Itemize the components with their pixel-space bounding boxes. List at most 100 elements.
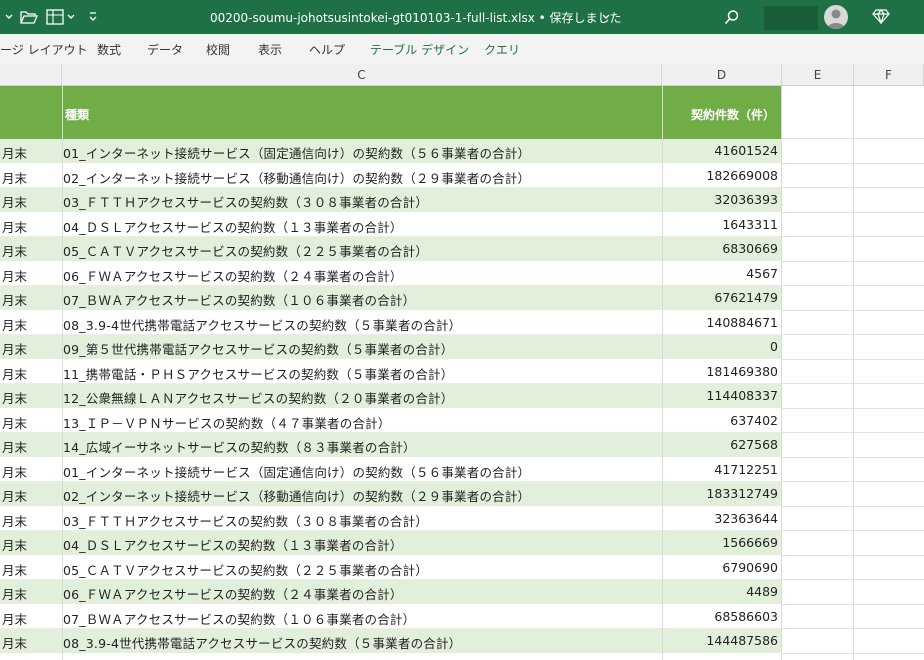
cell-type[interactable]: 13_ＩＰ－ＶＰＮサービスの契約数（４７事業者の合計） [63, 413, 391, 432]
cell-period[interactable]: 月末 [2, 633, 27, 652]
chevron-down-icon[interactable] [601, 8, 611, 26]
row-gridline [781, 456, 924, 458]
cell-period[interactable]: 月末 [2, 388, 27, 407]
cell-type[interactable]: 07_ＢＷＡアクセスサービスの契約数（１０６事業者の合計） [63, 290, 415, 309]
cell-count[interactable]: 32036393 [714, 192, 778, 207]
row-gridline [781, 579, 924, 580]
cell-count[interactable]: 4489 [746, 584, 778, 599]
diamond-icon[interactable] [872, 7, 890, 25]
tab-query[interactable]: クエリ [484, 41, 520, 58]
cell-type[interactable]: 02_インターネット接続サービス（移動通信向け）の契約数（２９事業者の合計） [63, 168, 530, 187]
column-header-d[interactable]: D [662, 64, 782, 86]
cell-period[interactable]: 月末 [2, 192, 27, 211]
column-header-b[interactable] [0, 64, 62, 86]
column-header-e[interactable]: E [782, 64, 854, 86]
cell-count[interactable]: 6790690 [722, 560, 778, 575]
search-icon[interactable] [724, 8, 740, 26]
table-row: 月末 08_3.9-4世代携帯電話アクセスサービスの契約数（５事業者の合計） 144… [0, 629, 781, 654]
tab-review[interactable]: 校閲 [206, 41, 230, 58]
cell-count[interactable]: 4567 [746, 266, 778, 281]
cell-count[interactable]: 144487586 [706, 633, 778, 648]
tab-page-layout[interactable]: ージ レイアウト [0, 41, 88, 58]
table-row: 月末 06_ＦＷＡアクセスサービスの契約数（２４事業者の合計） 4567 [0, 261, 781, 286]
cell-type[interactable]: 07_ＢＷＡアクセスサービスの契約数（１０６事業者の合計） [63, 609, 415, 628]
tab-help[interactable]: ヘルプ [309, 41, 345, 58]
cell-period[interactable]: 月末 [2, 143, 27, 162]
cell-period[interactable]: 月末 [2, 511, 27, 530]
cell-period[interactable]: 月末 [2, 486, 27, 505]
tab-view[interactable]: 表示 [258, 41, 282, 58]
cell-period[interactable]: 月末 [2, 437, 27, 456]
cell-type[interactable]: 09_第５世代携帯電話アクセスサービスの契約数（５事業者の合計） [63, 339, 453, 358]
row-gridline [781, 138, 924, 139]
tab-table-design[interactable]: テーブル デザイン [370, 41, 469, 58]
document-title[interactable]: 00200-soumu-johotsusintokei-gt010103-1-f… [210, 9, 622, 26]
cell-period[interactable]: 月末 [2, 339, 27, 358]
cell-period[interactable]: 月末 [2, 462, 27, 481]
cell-count[interactable]: 68586603 [714, 609, 778, 624]
cell-type[interactable]: 08_3.9-4世代携帯電話アクセスサービスの契約数（５事業者の合計） [63, 315, 461, 334]
cell-type[interactable]: 06_ＦＷＡアクセスサービスの契約数（２４事業者の合計） [63, 584, 403, 603]
cell-count[interactable]: 41712251 [714, 462, 778, 477]
tab-formulas[interactable]: 数式 [97, 41, 121, 58]
account-name-area[interactable] [764, 6, 818, 30]
cell-period[interactable]: 月末 [2, 609, 27, 628]
cell-count[interactable]: 627568 [730, 437, 778, 452]
cell-type[interactable]: 04_ＤＳＬアクセスサービスの契約数（１３事業者の合計） [63, 535, 403, 554]
cell-count[interactable]: 183312749 [706, 486, 778, 501]
tab-data[interactable]: データ [147, 41, 183, 58]
cell-count[interactable]: 6830669 [722, 241, 778, 256]
column-header-f[interactable]: F [854, 64, 924, 86]
cell-type[interactable]: 01_インターネット接続サービス（固定通信向け）の契約数（５６事業者の合計） [63, 143, 530, 162]
cell-count[interactable]: 1566669 [722, 535, 778, 550]
cell-type[interactable]: 04_ＤＳＬアクセスサービスの契約数（１３事業者の合計） [63, 217, 403, 236]
cell-type[interactable]: 06_ＦＷＡアクセスサービスの契約数（２４事業者の合計） [63, 266, 403, 285]
folder-open-icon[interactable] [20, 8, 38, 26]
row-gridline [781, 309, 924, 311]
header-count[interactable]: 契約件数（件） [691, 106, 775, 123]
cell-type[interactable]: 05_ＣＡＴＶアクセスサービスの契約数（２２５事業者の合計） [63, 241, 428, 260]
cell-count[interactable]: 182669008 [706, 168, 778, 183]
ribbon-tabs: ージ レイアウト 数式 データ 校閲 表示 ヘルプ テーブル デザイン クエリ [0, 34, 924, 65]
cell-period[interactable]: 月末 [2, 241, 27, 260]
customize-icon[interactable] [88, 8, 98, 26]
cell-type[interactable]: 02_インターネット接続サービス（移動通信向け）の契約数（２９事業者の合計） [63, 486, 530, 505]
chevron-down-icon[interactable] [4, 8, 14, 26]
cell-type[interactable]: 03_ＦＴＴＨアクセスサービスの契約数（３０８事業者の合計） [63, 192, 428, 211]
cell-period[interactable]: 月末 [2, 290, 27, 309]
cell-period[interactable]: 月末 [2, 266, 27, 285]
cell-period[interactable]: 月末 [2, 364, 27, 383]
cell-type[interactable]: 12_公衆無線ＬＡＮアクセスサービスの契約数（２０事業者の合計） [63, 388, 453, 407]
row-gridline [781, 652, 924, 654]
cell-count[interactable]: 140884671 [706, 315, 778, 330]
cell-period[interactable]: 月末 [2, 560, 27, 579]
cell-period[interactable]: 月末 [2, 217, 27, 236]
cell-period[interactable]: 月末 [2, 413, 27, 432]
cell-type[interactable]: 01_インターネット接続サービス（固定通信向け）の契約数（５６事業者の合計） [63, 462, 530, 481]
cell-count[interactable]: 114408337 [706, 388, 778, 403]
cell-count[interactable]: 1643311 [722, 217, 778, 232]
cell-count[interactable]: 41601524 [714, 143, 778, 158]
cell-type[interactable]: 08_3.9-4世代携帯電話アクセスサービスの契約数（５事業者の合計） [63, 633, 461, 652]
cell-count[interactable]: 0 [770, 339, 778, 354]
cell-count[interactable]: 67621479 [714, 290, 778, 305]
cell-type[interactable]: 05_ＣＡＴＶアクセスサービスの契約数（２２５事業者の合計） [63, 560, 428, 579]
chevron-down-icon[interactable] [66, 8, 76, 26]
cell-type[interactable]: 03_ＦＴＴＨアクセスサービスの契約数（３０８事業者の合計） [63, 511, 428, 530]
avatar-icon[interactable] [824, 5, 848, 29]
cell-count[interactable]: 181469380 [706, 364, 778, 379]
cell-type[interactable]: 11_携帯電話・ＰＨＳアクセスサービスの契約数（５事業者の合計） [63, 364, 453, 383]
spreadsheet-grid[interactable]: 種類 契約件数（件） 月末 01_インターネット接続サービス（固定通信向け）の契約… [0, 86, 924, 660]
cell-period[interactable]: 月末 [2, 584, 27, 603]
cell-type[interactable]: 14_広域イーサネットサービスの契約数（８３事業者の合計） [63, 437, 416, 456]
cell-period[interactable]: 月末 [2, 168, 27, 187]
column-divider [781, 86, 782, 660]
format-icon[interactable] [46, 8, 64, 26]
title-bar: 00200-soumu-johotsusintokei-gt010103-1-f… [0, 0, 924, 34]
cell-period[interactable]: 月末 [2, 315, 27, 334]
cell-count[interactable]: 32363644 [714, 511, 778, 526]
column-header-c[interactable]: C [62, 64, 662, 86]
header-type[interactable]: 種類 [65, 106, 89, 123]
cell-count[interactable]: 637402 [730, 413, 778, 428]
cell-period[interactable]: 月末 [2, 535, 27, 554]
